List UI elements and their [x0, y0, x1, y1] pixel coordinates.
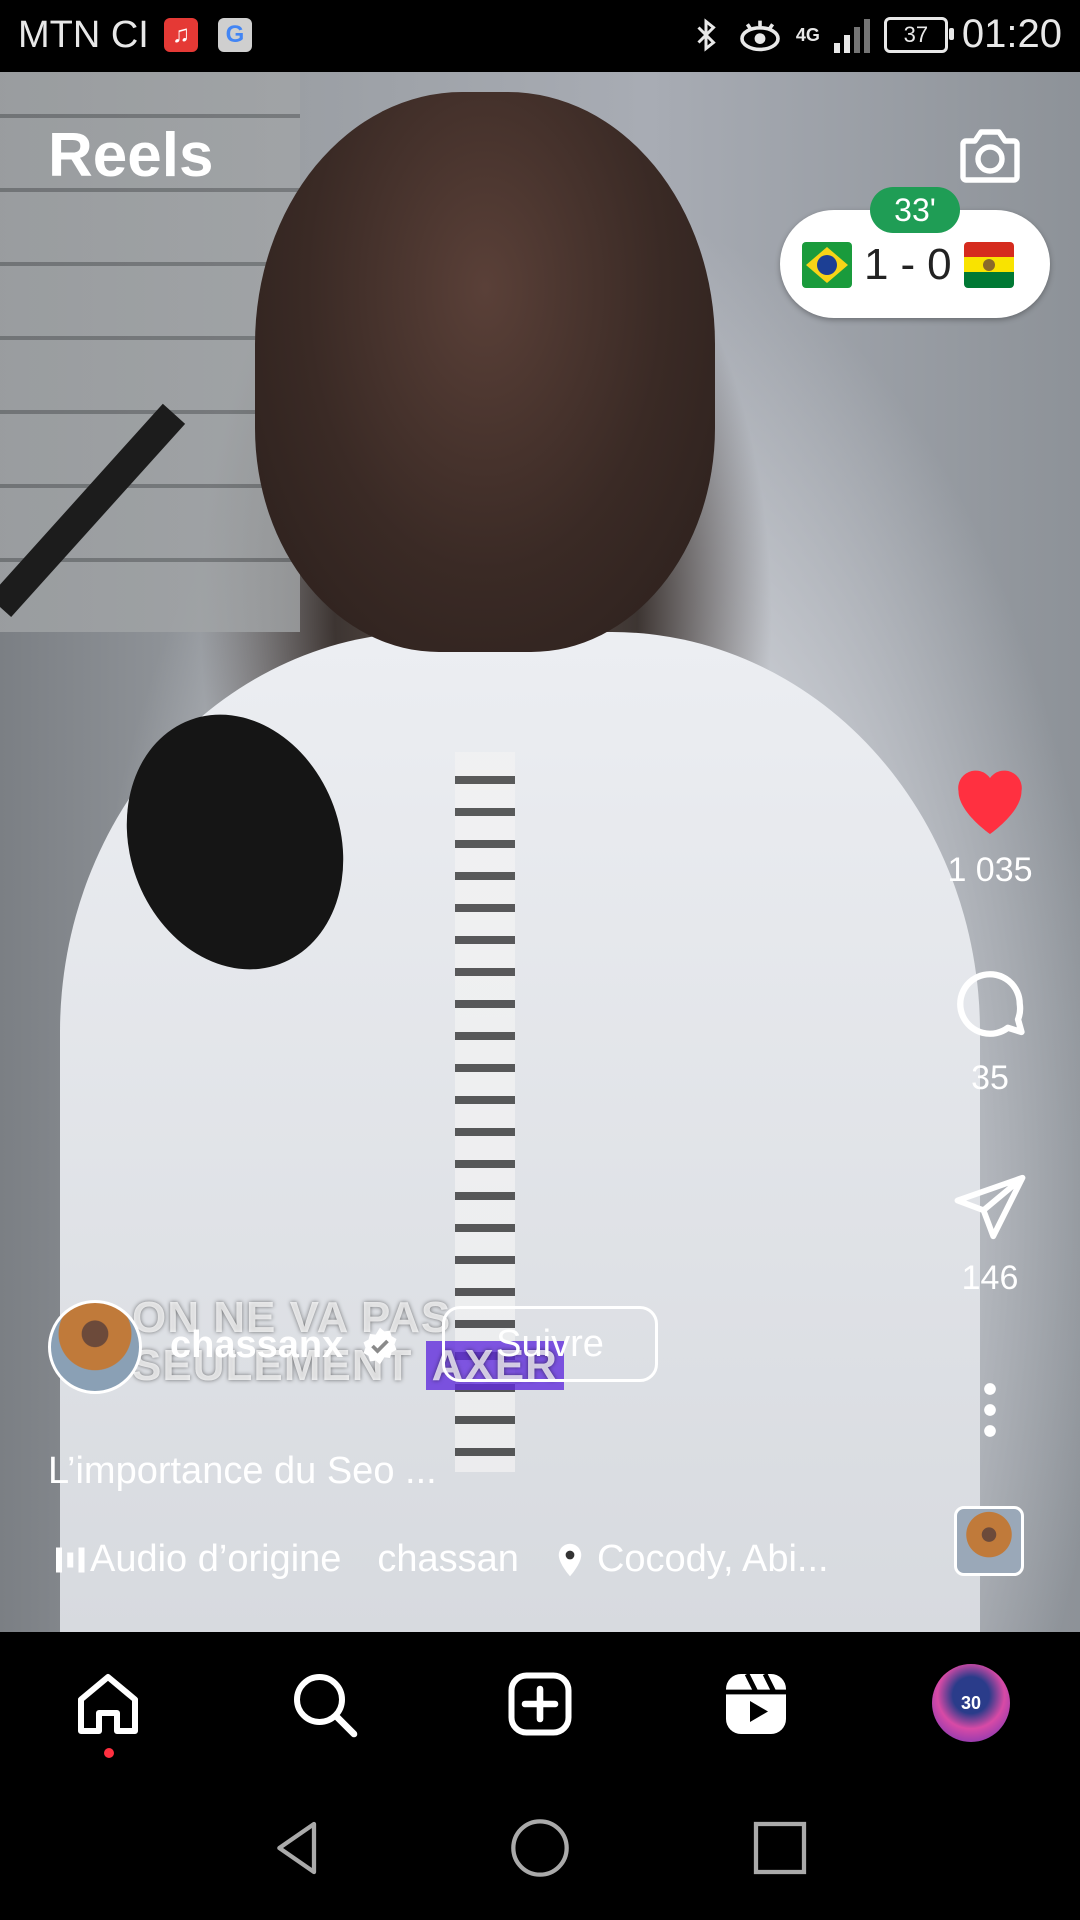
- back-icon[interactable]: [266, 1816, 330, 1880]
- comment-count[interactable]: 35: [940, 1059, 1040, 1098]
- home-icon[interactable]: [72, 1668, 144, 1740]
- bottom-navigation: 30: [0, 1632, 1080, 1776]
- battery-icon: 37: [883, 16, 954, 53]
- clock: 01:20: [961, 12, 1062, 56]
- reels-icon[interactable]: [720, 1668, 792, 1740]
- avatar[interactable]: [48, 1300, 142, 1394]
- verified-badge-icon: [363, 1327, 397, 1365]
- profile-avatar[interactable]: 30: [932, 1664, 1010, 1742]
- more-vertical-icon[interactable]: [980, 1382, 1000, 1438]
- location-pin-icon: [558, 1543, 582, 1576]
- home-notification-dot: [104, 1748, 114, 1758]
- page-title: Reels: [48, 121, 214, 190]
- match-minute-badge: 33': [870, 187, 960, 233]
- signal-icon: [833, 17, 870, 53]
- profile-jersey-number: 30: [960, 1692, 982, 1713]
- bluetooth-icon: [697, 17, 716, 52]
- music-app-icon: ♫: [164, 18, 198, 52]
- status-bar: MTN CI ♫ G 4G 37 01:20: [0, 0, 1080, 72]
- share-action: 146: [940, 1168, 1040, 1298]
- comment-action: 35: [940, 962, 1040, 1098]
- system-navigation-bar: [0, 1776, 1080, 1920]
- create-post-icon[interactable]: [504, 1668, 576, 1740]
- video-subject-head: [255, 92, 715, 652]
- like-count[interactable]: 1 035: [940, 851, 1040, 890]
- google-app-icon: G: [218, 18, 252, 52]
- share-count[interactable]: 146: [940, 1259, 1040, 1298]
- search-icon[interactable]: [288, 1668, 360, 1740]
- score-separator: -: [900, 240, 916, 289]
- eye-comfort-icon: [740, 20, 780, 51]
- like-action: 1 035: [940, 760, 1040, 890]
- audio-author[interactable]: chassan: [377, 1538, 519, 1581]
- heart-icon[interactable]: [948, 760, 1032, 838]
- audio-thumbnail[interactable]: [954, 1506, 1024, 1576]
- bolivia-flag-icon: [963, 242, 1014, 288]
- brazil-flag-icon: [802, 242, 852, 288]
- home-score: 1: [864, 240, 889, 289]
- recent-apps-icon[interactable]: [748, 1816, 812, 1880]
- reel-caption[interactable]: L’importance du Seo ...: [48, 1450, 437, 1493]
- send-icon[interactable]: [948, 1168, 1032, 1246]
- location-label[interactable]: Cocody, Abi...: [597, 1538, 829, 1581]
- carrier-name: MTN CI: [18, 14, 149, 56]
- away-score: 0: [927, 240, 952, 289]
- comment-icon[interactable]: [948, 962, 1032, 1046]
- username[interactable]: chassanx: [170, 1324, 343, 1367]
- network-type: 4G: [795, 24, 820, 45]
- more-options-button[interactable]: [940, 1382, 1040, 1443]
- audio-bars-icon: [56, 1547, 85, 1572]
- audio-label[interactable]: Audio d’origine: [90, 1538, 341, 1581]
- home-button-icon[interactable]: [508, 1816, 572, 1880]
- camera-icon[interactable]: [954, 120, 1026, 192]
- follow-button[interactable]: Suivre: [442, 1306, 658, 1382]
- audio-row: Audio d’origine chassan Cocody, Abi...: [56, 1538, 829, 1581]
